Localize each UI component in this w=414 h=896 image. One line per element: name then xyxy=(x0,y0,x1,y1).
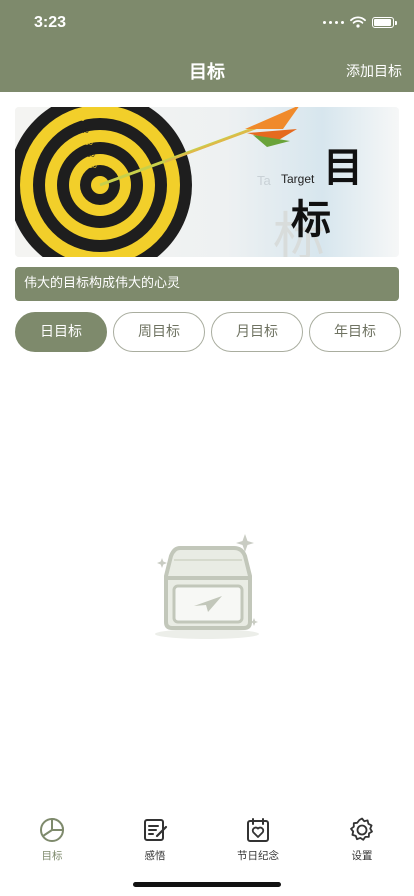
status-indicators xyxy=(323,16,397,28)
tab-monthly-goal[interactable]: 月目标 xyxy=(211,312,303,352)
home-indicator xyxy=(133,882,281,887)
tab-daily-goal[interactable]: 日目标 xyxy=(15,312,107,352)
ring-number: 80 xyxy=(89,163,97,170)
tabbar-item-goals[interactable]: 目标 xyxy=(12,816,92,863)
ring-number: 30 xyxy=(77,116,85,123)
banner-title-character: 目 xyxy=(323,144,363,191)
ring-number: 40 xyxy=(81,128,89,135)
wifi-icon xyxy=(350,16,366,28)
navigation-header: 3:23 目标 添加目标 xyxy=(0,0,414,92)
tab-yearly-goal[interactable]: 年目标 xyxy=(309,312,401,352)
status-time: 3:23 xyxy=(34,14,67,31)
tabbar-label-insights: 感悟 xyxy=(144,850,166,862)
tabbar-item-holidays[interactable]: 节日纪念 xyxy=(218,816,298,863)
banner-title-character: 标 xyxy=(291,196,331,243)
tabbar-item-settings[interactable]: 设置 xyxy=(322,816,402,863)
battery-icon xyxy=(372,16,397,28)
app-screen: 3:23 目标 添加目标 30 40 50 60 80 Ta 标 Target … xyxy=(0,0,414,896)
tabbar-item-insights[interactable]: 感悟 xyxy=(115,816,195,863)
note-edit-icon xyxy=(144,819,168,841)
ring-number: 60 xyxy=(87,152,95,159)
gear-icon xyxy=(350,817,373,841)
empty-inbox-icon xyxy=(155,534,259,639)
banner-ghost-text: Ta xyxy=(257,173,272,188)
tab-weekly-goal[interactable]: 周目标 xyxy=(113,312,205,352)
banner-title-en: Target xyxy=(281,172,315,186)
tabbar-label-settings: 设置 xyxy=(351,850,373,862)
goal-period-tabs: 日目标 周目标 月目标 年目标 xyxy=(15,312,401,352)
signal-icon xyxy=(323,20,344,24)
ring-number: 50 xyxy=(85,140,93,147)
dartboard-illustration: 30 40 50 60 80 Ta 标 Target 目 标 xyxy=(15,107,399,257)
pie-chart-icon xyxy=(40,818,64,842)
motto-banner: 伟大的目标构成伟大的心灵 xyxy=(15,267,399,301)
target-banner-image: 30 40 50 60 80 Ta 标 Target 目 标 xyxy=(15,107,399,257)
bottom-tab-bar: 目标 感悟 节日纪念 设置 xyxy=(0,806,414,896)
calendar-heart-icon xyxy=(247,818,269,842)
tabbar-label-holidays: 节日纪念 xyxy=(237,850,279,862)
add-goal-button[interactable]: 添加目标 xyxy=(346,61,402,81)
tabbar-label-goals: 目标 xyxy=(41,850,63,862)
